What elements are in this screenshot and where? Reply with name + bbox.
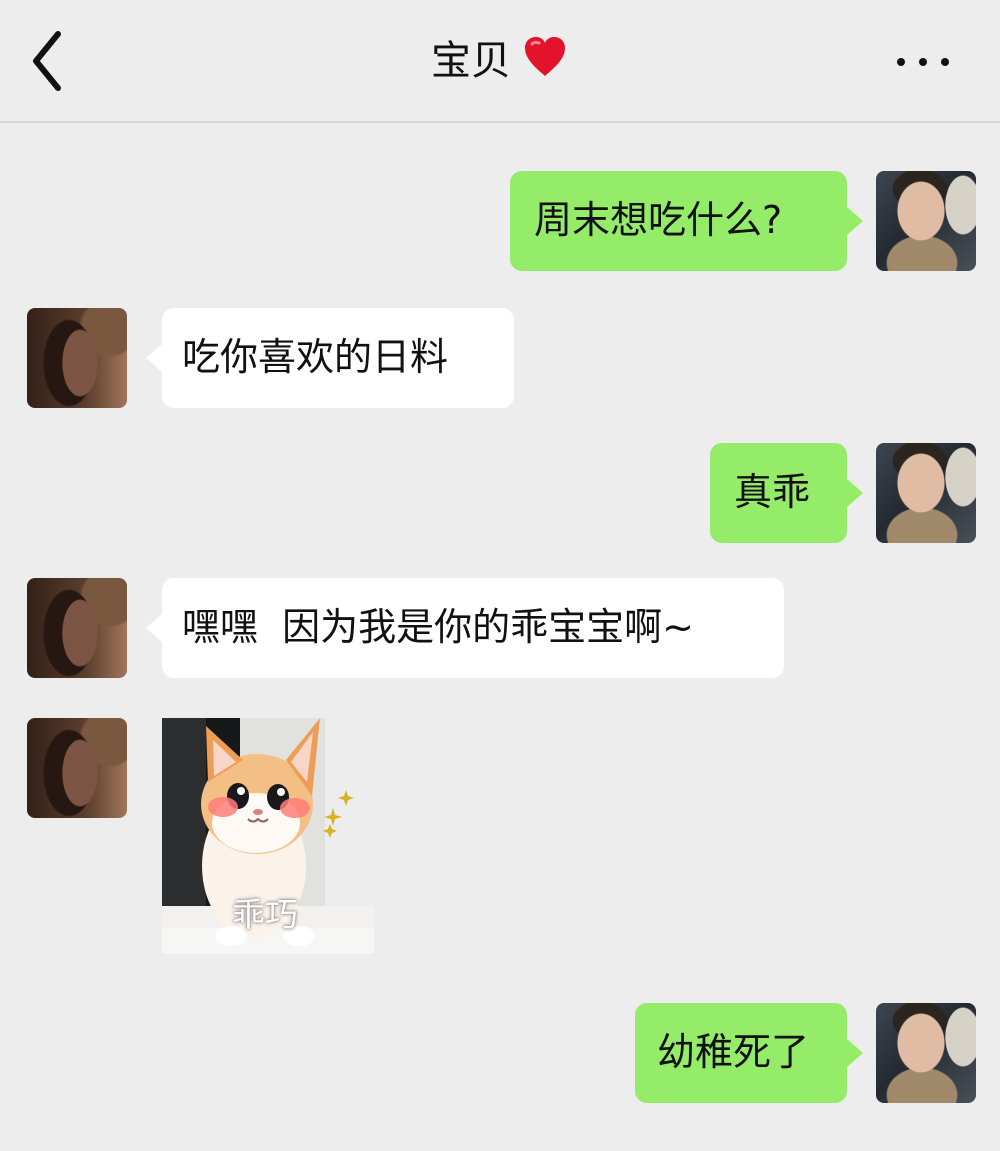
self-avatar[interactable] (876, 171, 976, 271)
self-avatar[interactable] (876, 443, 976, 543)
message-text: 幼稚死了 (657, 1030, 810, 1074)
contact-avatar[interactable] (27, 308, 127, 408)
chat-title-area: 宝贝 (0, 30, 1000, 92)
outgoing-message-bubble[interactable]: 周末想吃什么? (510, 171, 863, 271)
message-text: 周末想吃什么? (534, 198, 783, 242)
message-text: 嘿嘿 因为我是你的乖宝宝啊~ (182, 605, 694, 649)
cat-sticker-image[interactable]: 乖巧 (162, 718, 374, 954)
contact-avatar[interactable] (27, 578, 127, 678)
sticker-caption: 乖巧 (232, 895, 298, 934)
outgoing-message-bubble[interactable]: 幼稚死了 (635, 1003, 863, 1103)
outgoing-message-bubble[interactable]: 真乖 (710, 443, 863, 543)
incoming-message-bubble[interactable]: 吃你喜欢的日料 (146, 308, 514, 408)
self-avatar[interactable] (876, 1003, 976, 1103)
incoming-message-bubble[interactable]: 嘿嘿 因为我是你的乖宝宝啊~ (146, 578, 784, 678)
heart-icon (525, 37, 565, 76)
chat-title: 宝贝 (431, 38, 511, 84)
message-text: 吃你喜欢的日料 (182, 335, 449, 379)
chat-header: 宝贝 (0, 0, 1000, 123)
message-text: 真乖 (734, 470, 811, 514)
contact-avatar[interactable] (27, 718, 127, 818)
more-icon[interactable] (890, 50, 956, 74)
